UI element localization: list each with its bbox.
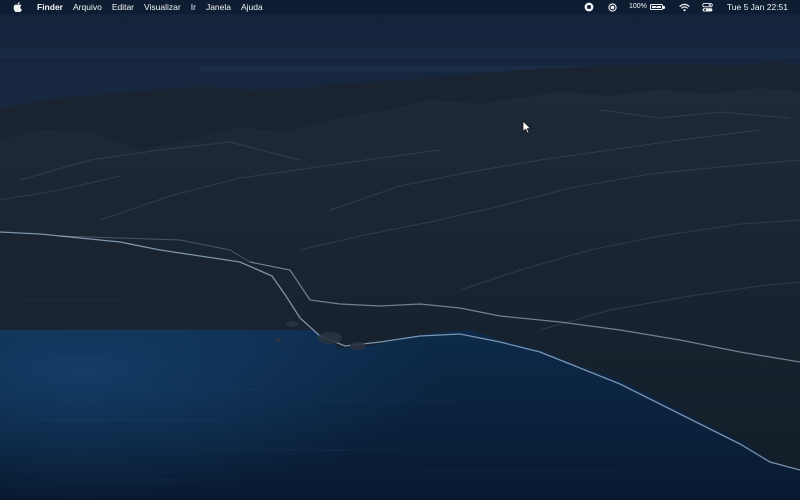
battery-tip	[663, 5, 665, 9]
apple-logo-icon[interactable]	[12, 2, 22, 12]
battery-percent: 100%	[628, 3, 647, 10]
wifi-icon[interactable]	[679, 0, 690, 14]
menu-editar[interactable]: Editar	[107, 0, 139, 14]
menu-arquivo[interactable]: Arquivo	[68, 0, 107, 14]
screen-record-icon[interactable]	[584, 0, 594, 14]
menu-ir[interactable]: Ir	[186, 0, 201, 14]
charging-bolt-icon: ⚡	[654, 4, 659, 10]
mouse-pointer-icon	[522, 120, 531, 134]
menu-ajuda[interactable]: Ajuda	[236, 0, 268, 14]
menu-visualizar[interactable]: Visualizar	[139, 0, 186, 14]
wallpaper	[0, 0, 800, 500]
desktop[interactable]: Finder Arquivo Editar Visualizar Ir Jane…	[0, 0, 800, 500]
menu-bar-left: Finder Arquivo Editar Visualizar Ir Jane…	[0, 0, 268, 14]
menu-app-finder[interactable]: Finder	[32, 0, 68, 14]
control-center-icon[interactable]	[702, 0, 713, 14]
battery-icon: ⚡	[649, 4, 663, 10]
menu-bar-clock[interactable]: Tue 5 Jan 22:51	[727, 0, 788, 14]
menu-bar-status-area: 100% ⚡ Tue 5 Jan 22:51	[575, 0, 800, 14]
menu-bar: Finder Arquivo Editar Visualizar Ir Jane…	[0, 0, 800, 14]
battery-indicator[interactable]: 100% ⚡	[629, 0, 665, 14]
menu-janela[interactable]: Janela	[201, 0, 236, 14]
focus-icon[interactable]	[608, 0, 617, 14]
